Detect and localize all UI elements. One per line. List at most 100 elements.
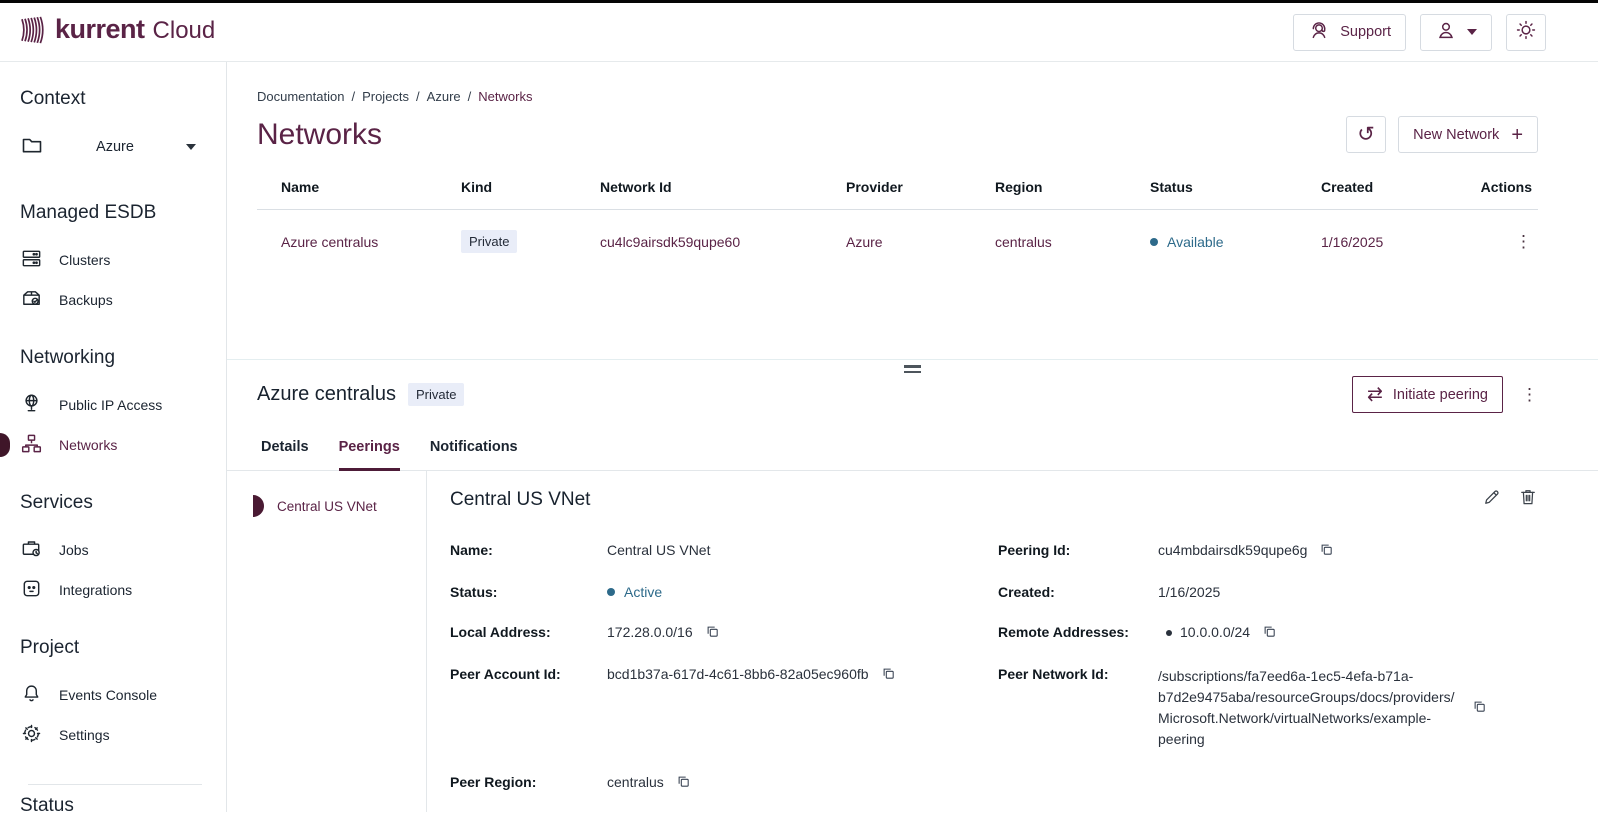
sidebar-item-public-ip-access[interactable]: Public IP Access <box>20 391 226 418</box>
sidebar-item-label: Networks <box>59 437 117 453</box>
field-label-peer-region: Peer Region: <box>450 774 607 812</box>
sidebar-footer: Status <box>20 784 202 812</box>
sidebar-section-status: Status <box>20 795 202 812</box>
sidebar-item-networks[interactable]: Networks <box>20 431 226 458</box>
breadcrumb-azure[interactable]: Azure <box>427 89 461 104</box>
initiate-peering-label: Initiate peering <box>1393 387 1488 403</box>
globe-icon <box>20 392 43 418</box>
sidebar-item-integrations[interactable]: Integrations <box>20 576 226 603</box>
cell-status: Available <box>1150 234 1321 250</box>
headset-icon <box>1308 19 1330 45</box>
breadcrumb-projects[interactable]: Projects <box>362 89 409 104</box>
sidebar: Context Azure Managed ESDB <box>0 62 227 812</box>
column-header-name: Name <box>281 179 461 195</box>
user-icon <box>1435 19 1457 45</box>
breadcrumb-separator: / <box>468 89 472 104</box>
field-value-peering-id: cu4mbdairsdk59qupe6g <box>1158 542 1307 558</box>
initiate-peering-button[interactable]: ⇄ Initiate peering <box>1352 376 1503 413</box>
peering-list-item[interactable]: Central US VNet <box>227 495 426 517</box>
table-row[interactable]: Azure centralus Private cu4lc9airsdk59qu… <box>257 210 1538 253</box>
cell-name[interactable]: Azure centralus <box>281 234 461 250</box>
outlet-icon <box>20 577 43 603</box>
delete-trash-icon[interactable] <box>1518 487 1538 512</box>
breadcrumb: Documentation / Projects / Azure / Networks <box>257 89 1538 104</box>
detail-kebab-menu-icon[interactable]: ⋮ <box>1521 386 1538 403</box>
field-value-local-address: 172.28.0.0/16 <box>607 624 693 640</box>
edit-pencil-icon[interactable] <box>1482 487 1502 512</box>
main-content: Documentation / Projects / Azure / Networks Ne… <box>227 62 1598 812</box>
cell-region: centralus <box>995 234 1150 250</box>
app-window: kurrent Cloud Support <box>0 0 1598 813</box>
copy-icon[interactable] <box>705 624 720 642</box>
breadcrumb-separator: / <box>351 89 355 104</box>
status-text: Available <box>1167 234 1224 250</box>
peering-fields: Name: Central US VNet Peering Id: cu4mbd… <box>450 542 1538 812</box>
networks-table: Name Kind Network Id Provider Region Sta… <box>257 179 1538 253</box>
tab-notifications[interactable]: Notifications <box>430 439 518 471</box>
column-header-created: Created <box>1321 179 1465 195</box>
copy-icon[interactable] <box>1262 624 1277 642</box>
chevron-down-icon <box>186 144 196 150</box>
topbar-actions: Support <box>1293 14 1546 51</box>
copy-icon[interactable] <box>676 774 691 792</box>
topbar: kurrent Cloud Support <box>0 3 1598 62</box>
peering-detail: Central US VNet <box>427 471 1598 812</box>
context-selector[interactable]: Azure <box>20 132 202 162</box>
field-label-created: Created: <box>998 584 1158 624</box>
field-value-status: Active <box>607 584 662 600</box>
field-label-peer-account-id: Peer Account Id: <box>450 666 607 706</box>
brand-suffix: Cloud <box>153 17 216 45</box>
theme-toggle-button[interactable] <box>1506 14 1546 51</box>
tab-details[interactable]: Details <box>261 439 309 471</box>
chevron-down-icon <box>1467 29 1477 35</box>
copy-icon[interactable] <box>881 666 896 684</box>
field-label-name: Name: <box>450 542 607 582</box>
briefcase-clock-icon <box>20 537 43 563</box>
sidebar-item-events-console[interactable]: Events Console <box>20 681 226 708</box>
peering-status-text: Active <box>624 584 662 600</box>
sidebar-item-label: Settings <box>59 727 110 743</box>
peering-title: Central US VNet <box>450 489 590 511</box>
new-network-button[interactable]: New Network + <box>1398 116 1538 153</box>
kind-badge: Private <box>461 230 517 253</box>
sidebar-item-jobs[interactable]: Jobs <box>20 536 226 563</box>
sidebar-item-backups[interactable]: Backups <box>20 286 226 313</box>
folder-icon <box>20 133 44 162</box>
sidebar-section-context: Context <box>20 88 226 110</box>
user-menu-button[interactable] <box>1420 14 1492 51</box>
breadcrumb-networks: Networks <box>478 89 532 104</box>
sidebar-section-managed-esdb: Managed ESDB <box>20 202 226 224</box>
field-value-created: 1/16/2025 <box>1158 584 1220 600</box>
peering-list: Central US VNet <box>227 471 427 812</box>
sidebar-item-settings[interactable]: Settings <box>20 721 226 748</box>
row-kebab-menu-icon[interactable]: ⋮ <box>1515 233 1532 250</box>
tab-peerings[interactable]: Peerings <box>339 439 400 471</box>
field-value-peer-account-id: bcd1b37a-617d-4c61-8bb6-82a05ec960fb <box>607 666 869 682</box>
network-icon <box>20 432 43 458</box>
sidebar-section-services: Services <box>20 492 226 514</box>
copy-icon[interactable] <box>1472 699 1487 717</box>
field-value-name: Central US VNet <box>607 542 710 558</box>
sidebar-item-label: Events Console <box>59 687 157 703</box>
breadcrumb-separator: / <box>416 89 420 104</box>
page-title: Networks <box>257 118 382 152</box>
sidebar-item-label: Public IP Access <box>59 397 162 413</box>
field-label-peer-network-id: Peer Network Id: <box>998 666 1158 706</box>
status-dot-icon <box>1150 238 1158 246</box>
column-header-region: Region <box>995 179 1150 195</box>
sidebar-item-label: Jobs <box>59 542 89 558</box>
page-actions: ↺ New Network + <box>1346 116 1538 153</box>
detail-header: Azure centralus Private ⇄ Initiate peeri… <box>227 376 1598 413</box>
support-button[interactable]: Support <box>1293 14 1406 51</box>
swap-arrows-icon: ⇄ <box>1367 385 1383 404</box>
column-header-actions: Actions <box>1465 179 1538 195</box>
new-network-label: New Network <box>1413 127 1499 143</box>
copy-icon[interactable] <box>1319 542 1334 560</box>
sidebar-item-clusters[interactable]: Clusters <box>20 246 226 273</box>
field-value-remote-addresses: 10.0.0.0/24 <box>1158 624 1250 640</box>
sidebar-divider <box>28 784 202 785</box>
field-label-local-address: Local Address: <box>450 624 607 664</box>
breadcrumb-documentation[interactable]: Documentation <box>257 89 344 104</box>
refresh-button[interactable]: ↺ <box>1346 116 1386 153</box>
field-label-remote-addresses: Remote Addresses: <box>998 624 1158 664</box>
